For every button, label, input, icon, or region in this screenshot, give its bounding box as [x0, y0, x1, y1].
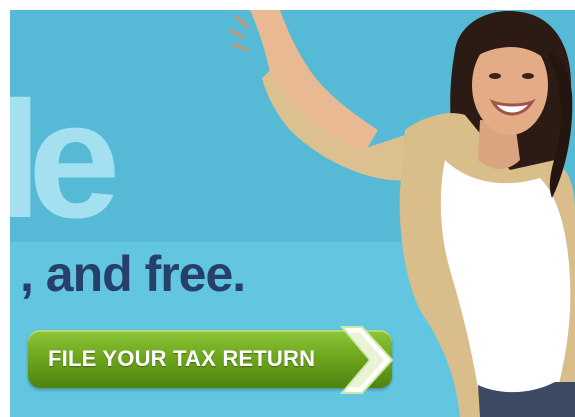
- promo-banner: le , and free. FILE YOUR TAX RETURN: [10, 10, 575, 417]
- cta-label: FILE YOUR TAX RETURN: [48, 346, 316, 371]
- headline-fragment: le: [10, 68, 121, 253]
- file-tax-return-button[interactable]: FILE YOUR TAX RETURN: [28, 326, 394, 394]
- chevron-right-icon: [339, 326, 394, 394]
